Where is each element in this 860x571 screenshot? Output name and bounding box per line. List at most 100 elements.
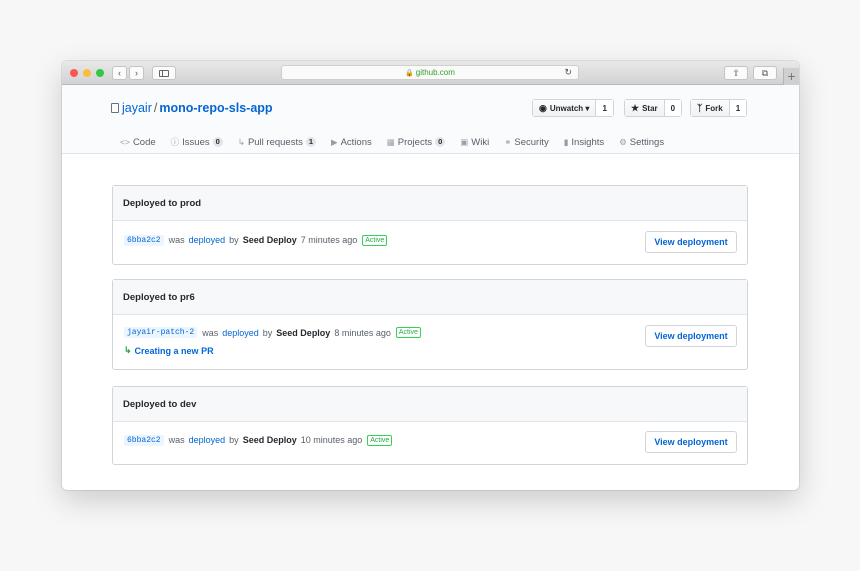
- issue-icon: ⓘ: [170, 137, 180, 147]
- share-icon[interactable]: ⇧: [724, 66, 748, 80]
- tab-count: 0: [435, 137, 446, 147]
- tab-issues[interactable]: ⓘ Issues 0: [171, 136, 223, 148]
- tab-label: Code: [132, 136, 156, 148]
- deployment-details: 6bba2c2 was deployed by Seed Deploy 10 m…: [113, 422, 747, 465]
- tab-label: Projects: [397, 136, 433, 148]
- deployment-title: Deployed to prod: [113, 186, 747, 221]
- eye-icon: ◉: [539, 102, 547, 113]
- status-badge: Active: [395, 327, 421, 338]
- fork-count[interactable]: 1: [729, 100, 747, 116]
- star-label: Star: [642, 103, 658, 113]
- deployment-card: Deployed to pr6 jayair-patch-2 was deplo…: [112, 279, 748, 370]
- commit-ref[interactable]: jayair-patch-2: [124, 327, 198, 338]
- deployer-name: Seed Deploy: [276, 327, 331, 338]
- tab-projects[interactable]: ▦ Projects 0: [387, 136, 446, 148]
- tab-security[interactable]: ⚭ Security: [504, 136, 548, 148]
- tab-label: Security: [514, 136, 549, 148]
- zoom-window-button[interactable]: [96, 69, 104, 77]
- star-button-group: ★ Star 0: [624, 99, 683, 117]
- unwatch-label: Unwatch: [549, 103, 584, 113]
- repo-title: jayair / mono-repo-sls-app: [111, 101, 273, 115]
- fork-label: Fork: [705, 103, 723, 113]
- pull-request-icon: ↳: [237, 136, 245, 147]
- deploy-time: 7 minutes ago: [300, 235, 358, 245]
- by-text: by: [262, 327, 273, 338]
- pull-request-title: Creating a new PR: [134, 345, 214, 356]
- status-badge: Active: [362, 234, 388, 246]
- deployed-link[interactable]: deployed: [189, 235, 226, 245]
- tabs-overview-icon[interactable]: ⧉: [753, 66, 777, 80]
- plus-icon[interactable]: +: [783, 68, 799, 85]
- fork-icon: ᛉ: [697, 103, 703, 113]
- chevron-right-icon[interactable]: ›: [129, 66, 144, 80]
- repo-name-link[interactable]: mono-repo-sls-app: [159, 101, 272, 115]
- deployment-details: 6bba2c2 was deployed by Seed Deploy 7 mi…: [113, 221, 747, 265]
- repo-header: jayair / mono-repo-sls-app ◉ Unwatch ▾ 1 ★ S…: [62, 85, 799, 154]
- sidebar-icon[interactable]: [152, 66, 176, 80]
- star-button[interactable]: ★ Star: [625, 100, 665, 116]
- tab-label: Actions: [340, 136, 372, 148]
- tab-label: Issues: [182, 136, 210, 148]
- view-deployment-button[interactable]: View deployment: [645, 325, 737, 347]
- tab-pull-requests[interactable]: ↳ Pull requests 1: [237, 136, 317, 148]
- deployment-details: jayair-patch-2 was deployed by Seed Depl…: [113, 315, 747, 370]
- tab-count: 0: [212, 137, 223, 147]
- deployer-name: Seed Deploy: [242, 235, 297, 245]
- deployed-link[interactable]: deployed: [189, 435, 226, 445]
- repo-owner-link[interactable]: jayair: [122, 101, 152, 115]
- status-badge: Active: [367, 434, 393, 446]
- deployed-link[interactable]: deployed: [222, 328, 259, 338]
- deployment-card: Deployed to dev 6bba2c2 was deployed by …: [112, 386, 748, 465]
- repo-separator: /: [153, 101, 158, 115]
- tab-insights[interactable]: ▮ Insights: [564, 136, 604, 148]
- deploy-time: 8 minutes ago: [334, 327, 391, 338]
- tab-count: 1: [305, 137, 317, 147]
- deploy-time: 10 minutes ago: [300, 435, 363, 445]
- code-icon: <>: [120, 137, 130, 147]
- tab-settings[interactable]: ⚙ Settings: [619, 136, 664, 148]
- was-text: was: [168, 435, 185, 445]
- was-text: was: [202, 327, 219, 338]
- repo-icon: [111, 103, 119, 113]
- url-text: github.com: [415, 68, 455, 77]
- tab-code[interactable]: <> Code: [120, 136, 156, 148]
- deployer-name: Seed Deploy: [242, 435, 297, 445]
- commit-ref[interactable]: 6bba2c2: [124, 234, 164, 246]
- close-window-button[interactable]: [70, 69, 78, 77]
- browser-toolbar: ‹ › 🔒 github.com ↻ ⇧ ⧉ +: [62, 61, 799, 85]
- by-text: by: [229, 235, 239, 245]
- shield-icon: ⚭: [504, 136, 512, 147]
- fork-button[interactable]: ᛉ Fork: [691, 100, 730, 116]
- was-text: was: [168, 235, 185, 245]
- view-deployment-button[interactable]: View deployment: [645, 231, 737, 253]
- watch-button-group: ◉ Unwatch ▾ 1: [532, 99, 614, 117]
- star-count[interactable]: 0: [664, 100, 682, 116]
- by-text: by: [229, 435, 239, 445]
- watch-count[interactable]: 1: [596, 100, 613, 116]
- commit-ref[interactable]: 6bba2c2: [124, 434, 164, 446]
- project-icon: ▦: [386, 136, 395, 147]
- tab-wiki[interactable]: ▣ Wiki: [460, 136, 489, 148]
- chevron-left-icon[interactable]: ‹: [112, 66, 127, 80]
- deployment-title: Deployed to pr6: [113, 280, 747, 315]
- graph-icon: ▮: [563, 136, 569, 147]
- pull-request-icon: ↳: [124, 345, 132, 355]
- tab-actions[interactable]: ▶ Actions: [331, 136, 372, 148]
- reload-icon[interactable]: ↻: [564, 66, 572, 79]
- minimize-window-button[interactable]: [83, 69, 91, 77]
- tab-label: Insights: [571, 136, 605, 148]
- deployment-card: Deployed to prod 6bba2c2 was deployed by…: [112, 185, 748, 265]
- address-bar[interactable]: 🔒 github.com ↻: [281, 65, 579, 80]
- gear-icon: ⚙: [619, 136, 627, 147]
- lock-icon: 🔒: [405, 70, 414, 77]
- unwatch-button[interactable]: ◉ Unwatch ▾: [533, 100, 597, 116]
- book-icon: ▣: [460, 136, 469, 147]
- play-icon: ▶: [331, 136, 338, 147]
- tab-label: Wiki: [471, 136, 490, 148]
- repo-nav-tabs: <> Code ⓘ Issues 0 ↳ Pull requests 1 ▶ Actions…: [120, 136, 679, 148]
- tab-label: Settings: [629, 136, 665, 148]
- star-icon: ★: [631, 102, 640, 113]
- fork-button-group: ᛉ Fork 1: [690, 99, 748, 117]
- view-deployment-button[interactable]: View deployment: [645, 431, 737, 453]
- browser-window: ‹ › 🔒 github.com ↻ ⇧ ⧉ + jayair / mono-repo…: [62, 61, 799, 490]
